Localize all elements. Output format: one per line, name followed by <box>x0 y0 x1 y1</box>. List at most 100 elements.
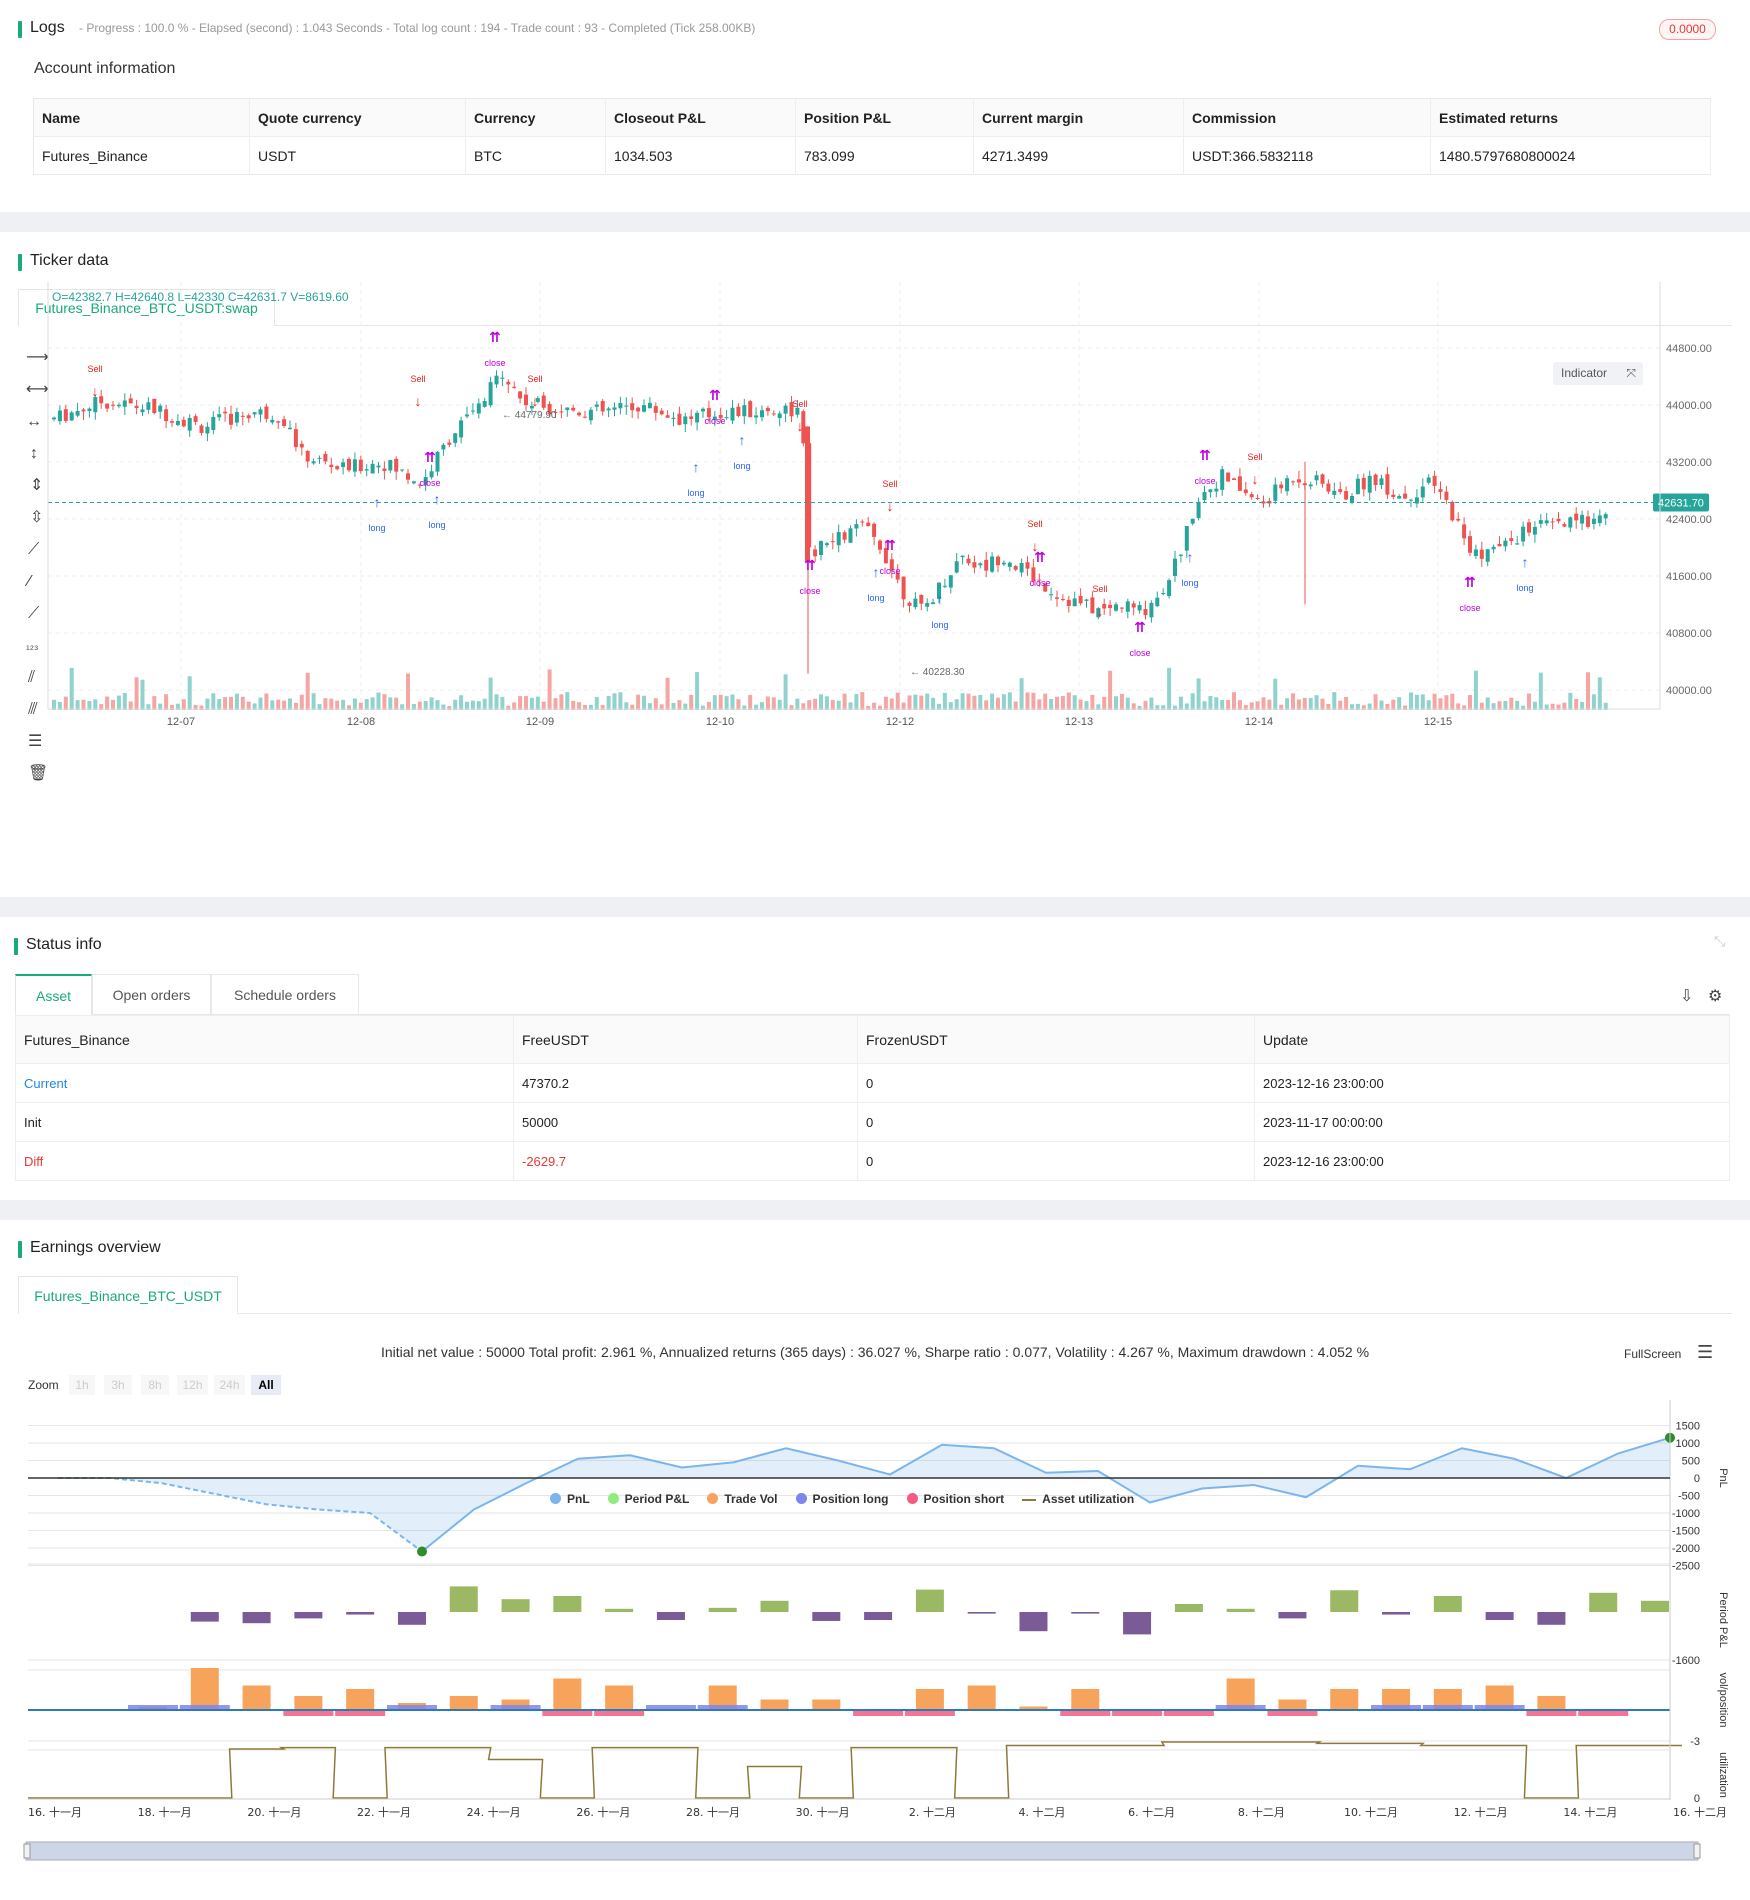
navigator-handle-right <box>1693 1843 1701 1859</box>
candle <box>1237 476 1242 491</box>
account-header: Name <box>33 98 250 137</box>
sell-arrow-icon: ↓ <box>1097 603 1104 619</box>
trade-label: long <box>931 620 948 630</box>
candle <box>1373 474 1378 485</box>
candle <box>1344 491 1349 500</box>
candle <box>771 413 776 415</box>
sell-arrow-icon: ↓ <box>887 498 894 514</box>
candle <box>948 575 953 588</box>
volume-bar <box>565 692 570 710</box>
candle <box>264 406 269 419</box>
candle <box>134 405 139 409</box>
trade-label: Sell <box>1092 584 1107 594</box>
period-pnl-bar <box>1071 1612 1100 1614</box>
legend-marker-icon <box>1022 1498 1037 1501</box>
trade-vol-bar <box>190 1668 219 1710</box>
period-pnl-bar <box>708 1607 737 1612</box>
candle <box>659 410 664 415</box>
volume-bar <box>972 695 977 710</box>
collapse-icon[interactable]: ⤡ <box>1714 933 1725 950</box>
gear-icon[interactable]: ⚙ <box>1708 989 1722 1005</box>
tab-open-orders[interactable]: Open orders <box>92 974 211 1015</box>
account-cell: 1034.503 <box>605 136 796 175</box>
candle <box>329 464 334 468</box>
tab-schedule-orders[interactable]: Schedule orders <box>211 974 359 1015</box>
account-header: Estimated returns <box>1430 98 1711 137</box>
period-pnl-bar <box>967 1612 996 1614</box>
candle <box>1409 499 1413 501</box>
candle <box>1532 526 1537 535</box>
candle <box>1137 605 1142 611</box>
asset-cell: -2629.7 <box>513 1141 858 1181</box>
volume-bar <box>830 699 835 710</box>
volume-bar <box>329 698 334 710</box>
asset-cell: 2023-11-17 00:00:00 <box>1254 1102 1730 1142</box>
candle <box>305 450 310 462</box>
candle <box>606 408 611 411</box>
last-price-label: 42631.70 <box>1658 497 1704 509</box>
candle <box>1538 520 1543 524</box>
x-tick-label: 12. 十二月 <box>1454 1805 1508 1819</box>
candle <box>500 377 505 379</box>
candle <box>1491 546 1496 550</box>
trade-vol-bar <box>1278 1699 1307 1710</box>
position-short-bar <box>1267 1711 1318 1716</box>
tab-asset[interactable]: Asset <box>15 974 92 1015</box>
candle <box>1220 469 1225 490</box>
volume-bar <box>341 699 346 710</box>
candle <box>1527 522 1531 533</box>
legend-item[interactable]: Position long <box>795 1492 889 1506</box>
buy-arrow-icon: ↑ <box>1187 549 1194 565</box>
candle <box>406 473 410 480</box>
candle <box>1196 501 1201 519</box>
candle <box>689 416 694 419</box>
asset-cell: 0 <box>857 1063 1255 1103</box>
candlestick-chart[interactable]: 42631.70 ← 44779.90 ← 40228.30 ↓ Sell ↓ Sell ↓ S… <box>0 232 1750 897</box>
candle <box>199 425 204 433</box>
candle <box>170 421 174 423</box>
volume-bar <box>819 694 823 710</box>
candle <box>518 391 523 399</box>
legend-item[interactable]: Trade Vol <box>707 1492 778 1506</box>
close-arrow-icon: ⇈ <box>1134 619 1146 635</box>
axis-title: Period P&L <box>1717 1592 1729 1648</box>
x-tick-label: 12-08 <box>347 716 375 728</box>
period-pnl-bar <box>1641 1600 1669 1612</box>
trade-label: Sell <box>527 374 542 384</box>
legend-item[interactable]: Period P&L <box>607 1492 689 1506</box>
candle <box>276 421 281 423</box>
legend-item[interactable]: Asset utilization <box>1022 1492 1134 1506</box>
cloud-download-icon[interactable]: ⇩ <box>1680 989 1693 1005</box>
candle <box>636 407 641 412</box>
account-header-row: Name Quote currency Currency Closeout P&… <box>33 98 1711 137</box>
close-arrow-icon: ⇈ <box>489 329 501 345</box>
x-tick-label: 30. 十一月 <box>796 1805 850 1819</box>
volume-bar <box>52 699 56 710</box>
volume-bar <box>1055 696 1059 710</box>
candle <box>1114 604 1118 611</box>
x-tick-label: 6. 十二月 <box>1128 1805 1175 1819</box>
trade-label: close <box>1194 476 1215 486</box>
trade-label: close <box>704 416 725 426</box>
candle <box>1367 475 1372 493</box>
legend-item[interactable]: Position short <box>906 1492 1004 1506</box>
volume-bar <box>288 698 292 710</box>
volume-bar <box>529 697 534 710</box>
legend-item[interactable]: PnL <box>550 1492 590 1506</box>
navigator-handle-left <box>23 1843 31 1859</box>
min-point-marker <box>417 1546 427 1557</box>
earnings-chart[interactable]: 150010005000-500-1000-1500-2000-2500PnLP… <box>0 1220 1750 1900</box>
candle <box>429 471 434 478</box>
volume-bar <box>364 699 369 710</box>
candle <box>270 419 275 423</box>
candle <box>1597 515 1602 524</box>
candle <box>594 404 599 407</box>
candle <box>1296 479 1301 483</box>
candle <box>1338 489 1343 492</box>
volume-bar <box>205 698 210 710</box>
candle <box>736 406 741 416</box>
volume-bar <box>276 699 281 710</box>
volume-bar <box>606 696 611 710</box>
trade-label: close <box>1459 603 1480 613</box>
trade-label: long <box>368 523 385 533</box>
